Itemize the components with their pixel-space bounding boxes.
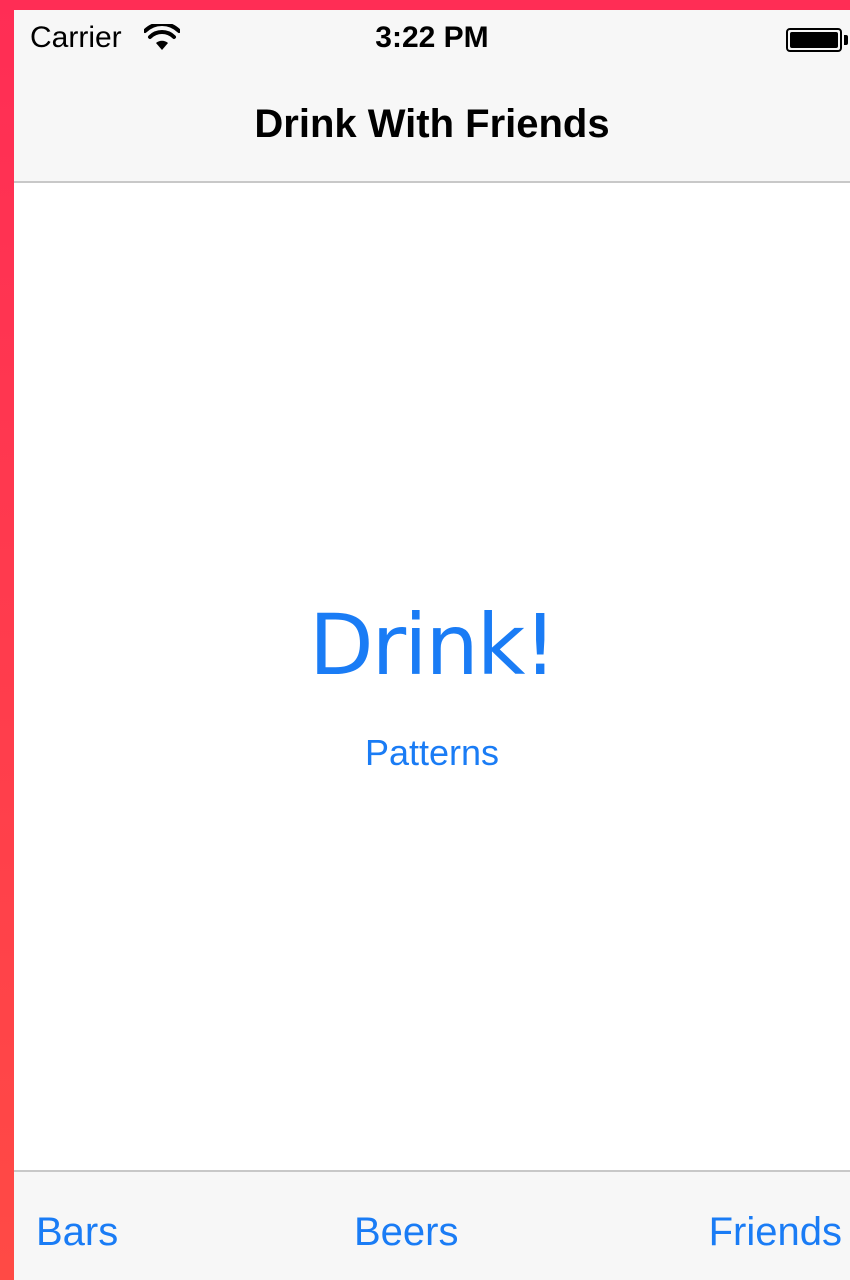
beers-button[interactable]: Beers <box>354 1208 459 1256</box>
bottom-toolbar: Bars Beers Friends <box>14 1170 850 1280</box>
battery-level-fill <box>790 32 838 48</box>
patterns-button[interactable]: Patterns <box>14 731 850 775</box>
drink-button[interactable]: Drink! <box>14 595 850 695</box>
friends-button[interactable]: Friends <box>709 1208 842 1256</box>
status-time: 3:22 PM <box>375 21 489 54</box>
nav-title: Drink With Friends <box>254 102 610 146</box>
app-screen: Carrier 3:22 PM Drink With Friends Drink… <box>14 10 850 1280</box>
main-content: Drink! Patterns <box>14 183 850 1170</box>
top-bar: Carrier 3:22 PM Drink With Friends <box>14 10 850 183</box>
status-bar: Carrier 3:22 PM <box>14 10 850 68</box>
battery-full-icon <box>786 28 842 52</box>
battery-tip <box>844 35 848 45</box>
bars-button[interactable]: Bars <box>36 1208 118 1256</box>
